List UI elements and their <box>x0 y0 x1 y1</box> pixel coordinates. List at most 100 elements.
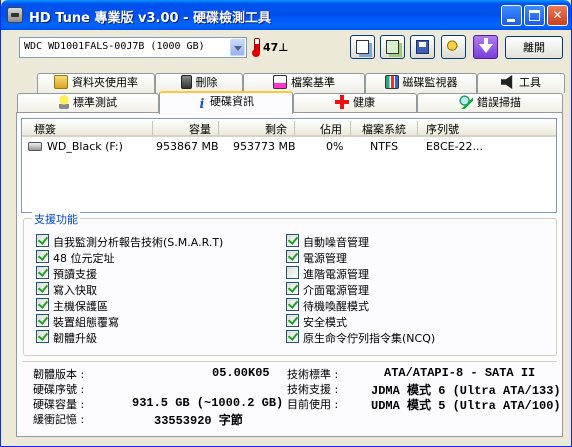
checkbox[interactable] <box>286 330 299 343</box>
tab-row-top: 資料夾使用率 刪除 檔案基準 磁碟監視器 工具 <box>37 73 565 93</box>
exit-button[interactable]: 離開 <box>505 36 563 59</box>
volume-list[interactable]: 標簽 容量 剩余 佔用 檔案系統 序列號 WD_Black (F:) 95386… <box>21 118 557 213</box>
supported-features-group: 支援功能 自我監測分析報告技術(S.M.A.R.T) 48 位元定址 預讀支援 … <box>23 211 557 356</box>
column-header-used[interactable]: 佔用 <box>320 121 342 137</box>
health-cross-icon <box>335 95 349 109</box>
checkbox[interactable] <box>286 314 299 327</box>
checkbox[interactable] <box>36 298 49 311</box>
copy-image-icon <box>386 40 399 54</box>
speaker-icon <box>501 75 513 89</box>
options-button[interactable] <box>441 35 466 59</box>
group-title: 支援功能 <box>32 211 80 227</box>
gear-icon <box>447 40 460 54</box>
tab-tools[interactable]: 工具 <box>477 73 565 93</box>
bulb-icon <box>59 95 69 109</box>
close-icon: ✕ <box>552 8 563 22</box>
tab-erase[interactable]: 刪除 <box>155 73 243 93</box>
table-row[interactable]: WD_Black (F:) 953867 MB 953773 MB 0% NTF… <box>22 138 556 156</box>
feature-label: 自動噪音管理 <box>303 236 369 249</box>
column-header-label[interactable]: 標簽 <box>34 121 56 137</box>
checkbox[interactable] <box>286 282 299 295</box>
volume-label: WD_Black (F:) <box>47 140 123 153</box>
tab-disk-monitor[interactable]: 磁碟監視器 <box>365 73 477 93</box>
tab-health[interactable]: 健康 <box>293 93 417 113</box>
tab-label: 檔案基準 <box>291 76 335 89</box>
tab-label: 健康 <box>353 96 375 109</box>
title-bar[interactable]: HD Tune 專業版 v3.00 - 硬碟檢測工具 ✕ <box>1 0 571 30</box>
checkbox[interactable] <box>36 266 49 279</box>
feature-label: 韌體升級 <box>53 332 97 345</box>
magnifier-icon <box>459 95 473 109</box>
column-divider[interactable] <box>417 121 418 135</box>
column-divider[interactable] <box>152 121 153 135</box>
feature-label: 待機喚醒模式 <box>303 300 369 313</box>
app-window: HD Tune 專業版 v3.00 - 硬碟檢測工具 ✕ WDC WD1001F… <box>0 0 572 447</box>
drive-select[interactable]: WDC WD1001FALS-00J7B (1000 GB) <box>19 37 247 58</box>
feature-label: 寫入快取 <box>53 284 97 297</box>
feature-label: 進階電源管理 <box>303 268 369 281</box>
column-header-filesystem[interactable]: 檔案系統 <box>362 121 406 137</box>
feature-label: 電源管理 <box>303 252 347 265</box>
folder-icon <box>54 75 68 89</box>
tab-label: 磁碟監視器 <box>402 76 458 89</box>
thermometer-icon <box>252 38 260 57</box>
feature-label: 原生命令佇列指令集(NCQ) <box>303 332 436 345</box>
copy-icon <box>356 40 369 54</box>
standard-label: 技術標準 : <box>287 368 339 381</box>
feature-label: 預讀支援 <box>53 268 97 281</box>
drive-select-value: WDC WD1001FALS-00J7B (1000 GB) <box>24 41 205 52</box>
tab-benchmark[interactable]: 標準測試 <box>17 93 159 113</box>
checkbox[interactable] <box>36 234 49 247</box>
column-header-free[interactable]: 剩余 <box>265 121 287 137</box>
firmware-value: 05.00K05 <box>212 366 270 380</box>
temperature-readout: 47⊥ <box>263 41 289 54</box>
feature-label: 安全模式 <box>303 316 347 329</box>
checkbox[interactable] <box>286 298 299 311</box>
capacity-label: 硬碟容量 : <box>33 398 85 411</box>
info-icon: i <box>199 97 205 112</box>
active-mode-value: UDMA 模式 5 (Ultra ATA/100) <box>371 399 561 413</box>
copy-text-button[interactable] <box>350 35 375 59</box>
column-divider[interactable] <box>294 121 295 135</box>
download-button[interactable] <box>473 35 498 59</box>
column-divider[interactable] <box>218 121 219 135</box>
feature-label: 48 位元定址 <box>53 252 115 265</box>
cache-value: 33553920 字節 <box>154 414 243 428</box>
volume-serial: E8CE-22... <box>426 140 484 153</box>
supported-mode-label: 技術支援 : <box>287 383 339 396</box>
tab-disk-info[interactable]: i 硬碟資訊 <box>159 91 293 114</box>
window-title: HD Tune 專業版 v3.00 - 硬碟檢測工具 <box>29 11 272 26</box>
checkbox[interactable] <box>36 314 49 327</box>
tab-row-bottom: 標準測試 i 硬碟資訊 健康 錯誤掃描 <box>17 91 563 114</box>
feature-label: 主機保護區 <box>53 300 108 313</box>
tab-label: 硬碟資訊 <box>210 95 254 108</box>
checkbox[interactable] <box>286 234 299 247</box>
standard-value: ATA/ATAPI-8 - SATA II <box>384 366 536 380</box>
tab-folder-usage[interactable]: 資料夾使用率 <box>37 73 155 93</box>
feature-label: 自我監測分析報告技術(S.M.A.R.T) <box>53 236 224 249</box>
serial-label: 硬碟序號 : <box>33 383 85 396</box>
volume-used: 0% <box>326 140 344 153</box>
column-header-capacity[interactable]: 容量 <box>189 121 211 137</box>
minimize-button[interactable] <box>501 5 522 26</box>
disk-monitor-icon <box>384 75 399 89</box>
tab-error-scan[interactable]: 錯誤掃描 <box>417 93 563 113</box>
firmware-label: 韌體版本 : <box>33 368 85 381</box>
checkbox[interactable] <box>286 266 299 279</box>
floppy-disk-icon <box>416 40 429 54</box>
chevron-down-icon[interactable] <box>230 39 245 56</box>
checkbox[interactable] <box>36 250 49 263</box>
copy-screenshot-button[interactable] <box>380 35 405 59</box>
maximize-icon <box>529 10 540 21</box>
checkbox[interactable] <box>286 250 299 263</box>
checkbox[interactable] <box>36 282 49 295</box>
save-button[interactable] <box>410 35 435 59</box>
drive-icon <box>28 142 42 151</box>
column-divider[interactable] <box>350 121 351 135</box>
close-button[interactable]: ✕ <box>547 5 568 26</box>
checkbox[interactable] <box>36 330 49 343</box>
column-header-serial[interactable]: 序列號 <box>426 121 459 137</box>
maximize-button[interactable] <box>524 5 545 26</box>
tab-label: 刪除 <box>195 76 218 89</box>
tab-file-benchmark[interactable]: 檔案基準 <box>243 73 365 93</box>
